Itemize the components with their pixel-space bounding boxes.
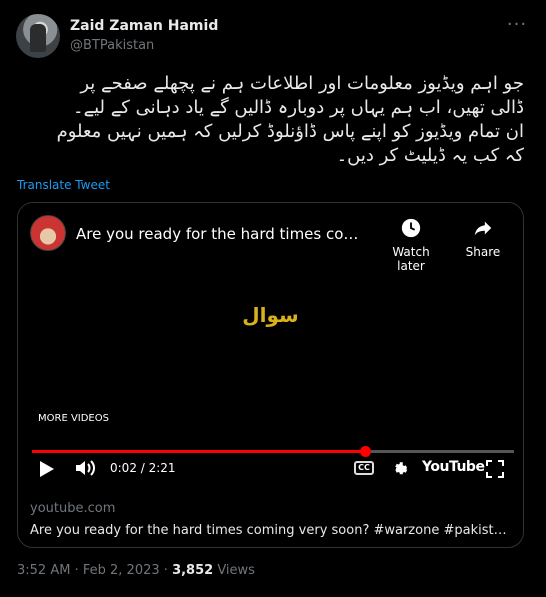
link-card[interactable]: Are you ready for the hard times comin..…: [17, 202, 524, 548]
author-name[interactable]: Zaid Zaman Hamid: [70, 18, 218, 34]
share-button[interactable]: Share: [450, 217, 516, 259]
play-icon[interactable]: [40, 461, 54, 477]
video-title[interactable]: Are you ready for the hard times comin..…: [76, 225, 371, 243]
more-options-icon[interactable]: ···: [506, 16, 528, 36]
captions-button[interactable]: CC: [354, 461, 374, 475]
views-count: 3,852: [172, 563, 214, 578]
tweet-line: ڈالی تھیں، اب ہم یہاں پر دوبارہ ڈالیں گے…: [73, 97, 524, 118]
author-handle[interactable]: @BTPakistan: [70, 38, 154, 53]
video-overlay-text: سوال: [242, 303, 299, 327]
channel-avatar[interactable]: [30, 215, 66, 251]
clock-icon: [401, 218, 421, 238]
tweet-line: ان تمام ویڈیوز کو اپنے پاس ڈاؤنلوڈ کرلیں…: [56, 121, 524, 142]
time-display: 0:02 / 2:21: [110, 461, 176, 475]
meta-separator: ·: [74, 563, 79, 578]
card-domain: youtube.com: [30, 501, 116, 516]
tweet-text: جو اہم ویڈیوز معلومات اور اطلاعات ہم نے …: [4, 72, 524, 168]
watch-later-button[interactable]: Watch later: [378, 217, 444, 273]
card-footer[interactable]: youtube.com Are you ready for the hard t…: [30, 501, 510, 538]
meta-separator: ·: [163, 563, 168, 578]
progress-bar[interactable]: [32, 446, 514, 457]
tweet-line: کہ کب یہ ڈیلیٹ کر دیں۔: [336, 145, 524, 166]
avatar-figure: [30, 24, 46, 52]
tweet-meta: 3:52 AM · Feb 2, 2023 · 3,852 Views: [17, 563, 255, 578]
settings-gear-icon[interactable]: [390, 460, 408, 478]
share-icon: [474, 221, 492, 236]
author-avatar[interactable]: [16, 14, 60, 58]
share-label: Share: [465, 245, 501, 259]
video-player[interactable]: Are you ready for the hard times comin..…: [18, 203, 523, 490]
volume-icon[interactable]: [74, 459, 96, 477]
card-title: Are you ready for the hard times coming …: [30, 523, 510, 538]
tweet-line: جو اہم ویڈیوز معلومات اور اطلاعات ہم نے …: [80, 73, 524, 94]
more-videos-label[interactable]: MORE VIDEOS: [38, 413, 109, 424]
tweet-date[interactable]: Feb 2, 2023: [83, 563, 160, 578]
views-label: Views: [217, 563, 255, 578]
youtube-logo[interactable]: YouTube: [422, 459, 485, 475]
translate-tweet-link[interactable]: Translate Tweet: [17, 178, 110, 192]
watch-later-label: Watch later: [392, 245, 430, 273]
fullscreen-icon[interactable]: [486, 460, 504, 478]
progress-fill: [32, 450, 365, 453]
progress-knob[interactable]: [359, 446, 371, 457]
tweet-time[interactable]: 3:52 AM: [17, 563, 70, 578]
